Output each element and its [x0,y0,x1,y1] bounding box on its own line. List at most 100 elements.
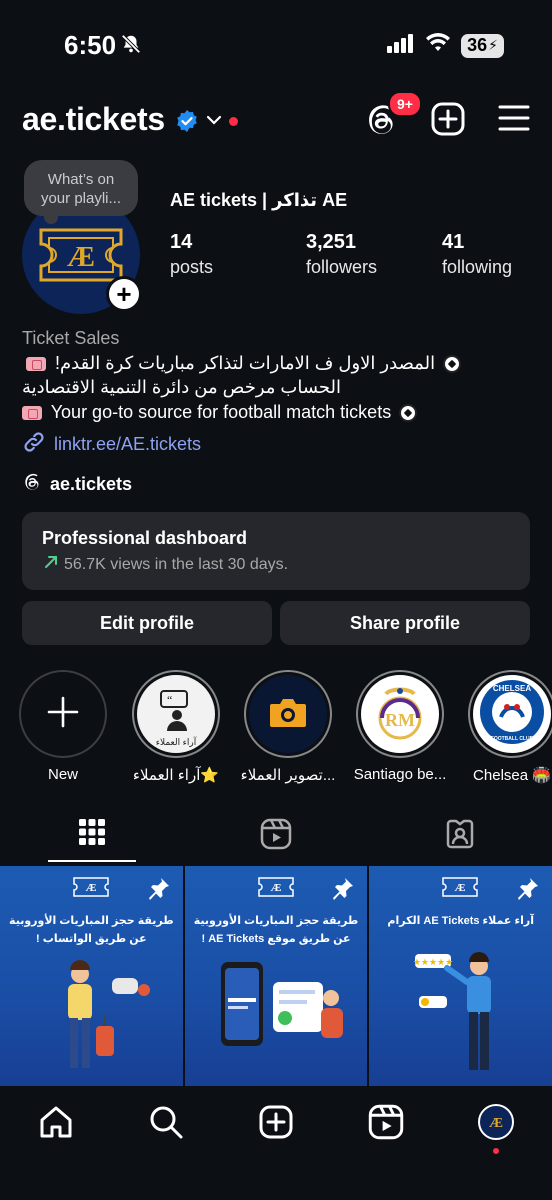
soccer-ball-icon [443,354,462,373]
notification-dot [229,117,238,126]
threads-profile-link[interactable]: ae.tickets [22,472,132,497]
nav-create-icon[interactable] [258,1104,294,1145]
customer-review-illustration: ★★★★★ [413,952,492,1070]
highlight-santiago-cover: RM [361,675,439,753]
profile-content-tabs [0,812,552,864]
svg-text:Æ: Æ [270,882,281,894]
active-tab-indicator [48,860,136,862]
nav-home-icon[interactable] [38,1104,74,1145]
tab-grid[interactable] [78,818,106,851]
edit-profile-button[interactable]: Edit profile [22,601,272,645]
nav-search-icon[interactable] [148,1104,184,1145]
svg-text:Æ: Æ [455,882,466,894]
profile-stats: 14 posts 3,251 followers 41 following [170,230,552,280]
highlight-new-ring [19,670,107,758]
post-tile-3[interactable]: Æ آراء عملاء AE Tickets الكرام ★★★★★ [369,866,552,1086]
username-title[interactable]: ae.tickets [22,101,165,138]
stat-posts-value: 14 [170,231,193,253]
professional-dashboard-card[interactable]: Professional dashboard 56.7K views in th… [22,512,530,590]
post-tile-1[interactable]: Æ طريقة حجز المباريات الأوروبية عن طريق … [0,866,183,1086]
highlight-photos-ring [244,670,332,758]
real-madrid-crest-icon: RM [374,682,426,747]
share-profile-button[interactable]: Share profile [280,601,530,645]
reels-icon [260,818,292,854]
bio-line3-text: Your go-to source for football match tic… [50,401,392,422]
ticket-icon [22,405,42,420]
chelsea-crest-icon: CHELSEA FOOTBALL CLUB [477,677,547,752]
highlight-chelsea[interactable]: CHELSEA FOOTBALL CLUB Chelsea 🏟️ [462,670,552,784]
verified-badge-icon [175,109,199,138]
profile-note-bubble[interactable]: What’s on your playli... [24,160,138,224]
dashboard-subtitle: 56.7K views in the last 30 days. [64,555,289,573]
post-1-title: طريقة حجز المباريات الأوروبية [9,915,174,927]
plus-icon [46,695,80,734]
ticket-icon [26,356,46,371]
highlight-santiago-label: Santiago be... [353,766,447,783]
battery-indicator: 36 ⚡ [461,33,504,58]
traveler-illustration [68,960,150,1068]
highlight-reviews-cover: “ آراء العملاء [137,675,215,753]
ae-logo-icon: Æ [441,876,479,903]
hamburger-menu-icon[interactable] [497,103,531,138]
highlight-chelsea-ring: CHELSEA FOOTBALL CLUB [468,670,552,758]
highlight-reviews-cover-text: آراء العملاء [155,736,197,747]
battery-level: 36 [467,35,488,55]
svg-text:Æ: Æ [86,882,97,894]
profile-bio: Ticket Sales المصدر الاول ف الامارات لتذ… [22,326,532,424]
status-time: 6:50 [64,30,117,60]
highlight-new[interactable]: New [13,670,113,783]
wifi-icon [425,33,451,58]
threads-handle-text: ae.tickets [50,474,133,494]
post-2-title: طريقة حجز المباريات الأوروبية [193,915,359,927]
tab-tagged[interactable] [444,818,476,855]
dashboard-title: Professional dashboard [42,528,248,548]
svg-text:Æ: Æ [489,1116,503,1131]
highlight-photos-label: تصوير العملاء... [240,767,336,784]
post-3-title: آراء عملاء AE Tickets الكرام [387,915,534,927]
stat-following[interactable]: 41 following [442,230,552,280]
create-post-icon[interactable] [430,101,466,142]
ae-logo-icon: Æ [257,876,295,903]
highlight-reviews-ring: “ آراء العملاء [132,670,220,758]
pinned-icon [331,876,355,905]
pinned-icon [516,876,540,905]
display-name: AE tickets | تذاكر AE [170,190,348,210]
account-switch-chevron-icon[interactable] [205,113,223,132]
stat-followers-value: 3,251 [306,231,357,253]
link-chain-icon [22,430,46,459]
chelsea-crest-subtext: FOOTBALL CLUB [491,736,534,742]
highlight-new-label: New [47,766,78,783]
post-1-subtitle: عن طريق الواتساب ! [36,933,147,945]
highlight-santiago[interactable]: RM Santiago be... [350,670,450,783]
trend-up-arrow-icon [42,553,60,576]
highlight-santiago-ring: RM [356,670,444,758]
bio-line-arabic-1: المصدر الاول ف الامارات لتذاكر مباريات ك… [22,351,532,376]
ae-logo-icon: Æ [72,876,110,903]
post-2-subtitle: عن طريق موقع AE Tickets ! [201,933,351,945]
nav-reels-icon[interactable] [368,1104,404,1145]
signal-icon [387,33,415,58]
grid-icon [78,819,106,850]
stat-posts[interactable]: 14 posts [170,230,306,280]
highlight-reviews[interactable]: “ آراء العملاء آراء العملاء⭐️ [126,670,226,784]
stat-followers[interactable]: 3,251 followers [306,230,442,280]
post-tile-2[interactable]: Æ طريقة حجز المباريات الأوروبية عن طريق … [184,866,368,1086]
stat-followers-label: followers [306,257,378,277]
highlight-photos-cover [249,675,327,753]
profile-notification-dot [493,1148,499,1154]
highlight-photos[interactable]: تصوير العملاء... [238,670,338,784]
posts-grid: Æ طريقة حجز المباريات الأوروبية عن طريق … [0,866,552,1086]
stat-following-value: 41 [442,231,465,253]
stat-posts-label: posts [170,257,214,277]
add-story-plus-icon[interactable]: + [106,276,142,312]
threads-small-icon [22,472,42,497]
bell-muted-icon [120,33,142,60]
nav-profile-avatar[interactable]: Æ [478,1104,514,1145]
phone-website-illustration [220,962,343,1046]
bio-link[interactable]: linktr.ee/AE.tickets [22,430,201,459]
highlight-chelsea-cover: CHELSEA FOOTBALL CLUB [473,675,551,753]
tab-reels[interactable] [260,818,292,855]
svg-text:“: “ [167,693,172,707]
svg-text:RM: RM [385,710,415,730]
threads-notification-badge: 9+ [388,91,422,117]
